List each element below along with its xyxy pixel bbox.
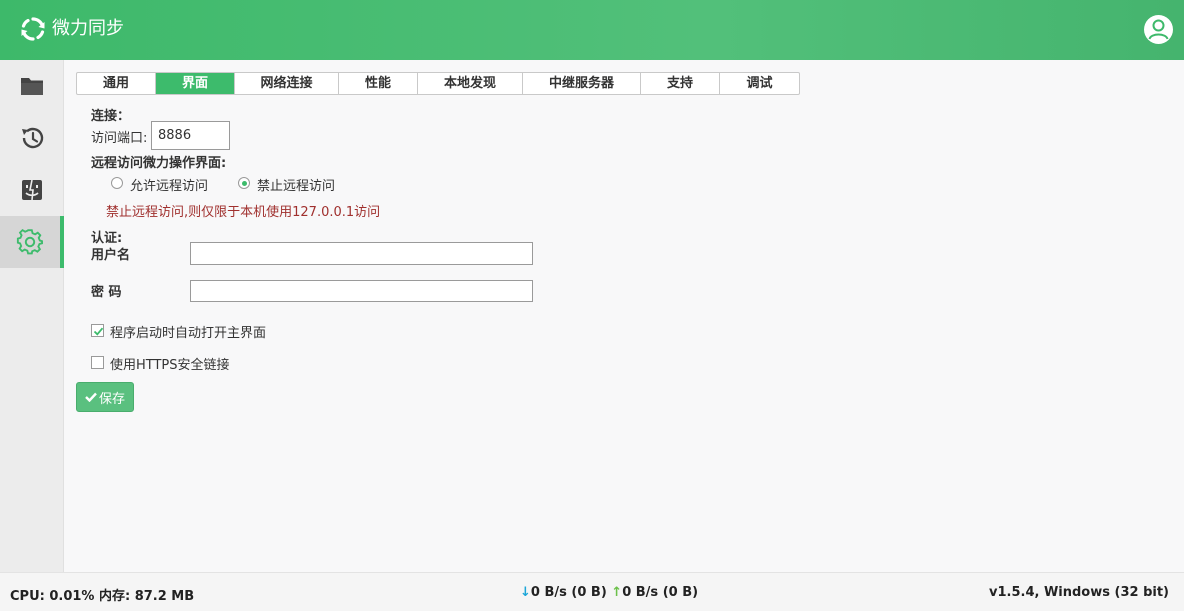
tab-interface[interactable]: 界面 — [156, 73, 235, 94]
sidebar — [0, 60, 64, 572]
auto-open-label[interactable]: 程序启动时自动打开主界面 — [110, 322, 266, 341]
auto-open-checkbox[interactable] — [91, 324, 104, 337]
gear-icon — [16, 228, 43, 255]
port-label: 访问端口: — [91, 131, 148, 146]
tab-debug[interactable]: 调试 — [720, 73, 799, 94]
settings-tabs: 通用 界面 网络连接 性能 本地发现 中继服务器 支持 调试 — [76, 72, 800, 95]
sidebar-item-history[interactable] — [0, 112, 64, 164]
check-icon — [85, 392, 97, 402]
cpu-memory-status: CPU: 0.01% 内存: 87.2 MB — [10, 589, 195, 604]
save-button[interactable]: 保存 — [76, 382, 134, 412]
tab-support[interactable]: 支持 — [641, 73, 720, 94]
version-status: v1.5.4, Windows (32 bit) — [989, 585, 1169, 600]
transfer-status: ↓0 B/s (0 B) ↑0 B/s (0 B) — [520, 585, 698, 600]
user-avatar-icon[interactable] — [1143, 14, 1174, 45]
sidebar-item-folders[interactable] — [0, 60, 64, 112]
allow-remote-radio[interactable] — [111, 177, 123, 189]
sidebar-item-devices[interactable] — [0, 164, 64, 216]
tab-local-discovery[interactable]: 本地发现 — [418, 73, 523, 94]
check-icon — [93, 327, 104, 336]
connection-section-label: 连接： — [91, 109, 131, 124]
upload-rate: 0 B/s (0 B) — [622, 585, 699, 600]
sync-icon — [21, 17, 45, 41]
password-input[interactable] — [190, 280, 533, 302]
tab-network[interactable]: 网络连接 — [235, 73, 339, 94]
username-label: 用户名 — [91, 248, 131, 263]
sidebar-item-settings[interactable] — [0, 216, 64, 268]
history-icon — [22, 127, 44, 149]
username-input[interactable] — [190, 242, 533, 265]
app-header: 微力同步 — [0, 0, 1184, 60]
remote-access-label: 远程访问微力操作界面: — [91, 156, 227, 171]
https-label[interactable]: 使用HTTPS安全链接 — [110, 354, 230, 373]
tab-relay-server[interactable]: 中继服务器 — [523, 73, 641, 94]
deny-remote-label[interactable]: 禁止远程访问 — [257, 175, 335, 194]
finder-icon — [22, 179, 42, 201]
deny-remote-radio[interactable] — [238, 177, 250, 189]
remote-warning-text: 禁止远程访问,则仅限于本机使用127.0.0.1访问 — [106, 205, 381, 220]
password-label: 密 码 — [91, 285, 122, 300]
allow-remote-label[interactable]: 允许远程访问 — [130, 175, 208, 194]
tab-performance[interactable]: 性能 — [339, 73, 418, 94]
upload-arrow-icon: ↑ — [611, 585, 623, 600]
save-button-label: 保存 — [98, 391, 125, 407]
tab-general[interactable]: 通用 — [77, 73, 156, 94]
download-arrow-icon: ↓ — [520, 585, 531, 600]
folder-icon — [21, 78, 43, 95]
download-rate: 0 B/s (0 B) — [530, 585, 607, 600]
status-bar: CPU: 0.01% 内存: 87.2 MB ↓0 B/s (0 B) ↑0 B… — [0, 572, 1184, 611]
app-title: 微力同步 — [52, 18, 124, 39]
port-input[interactable] — [151, 121, 230, 150]
https-checkbox[interactable] — [91, 356, 104, 369]
